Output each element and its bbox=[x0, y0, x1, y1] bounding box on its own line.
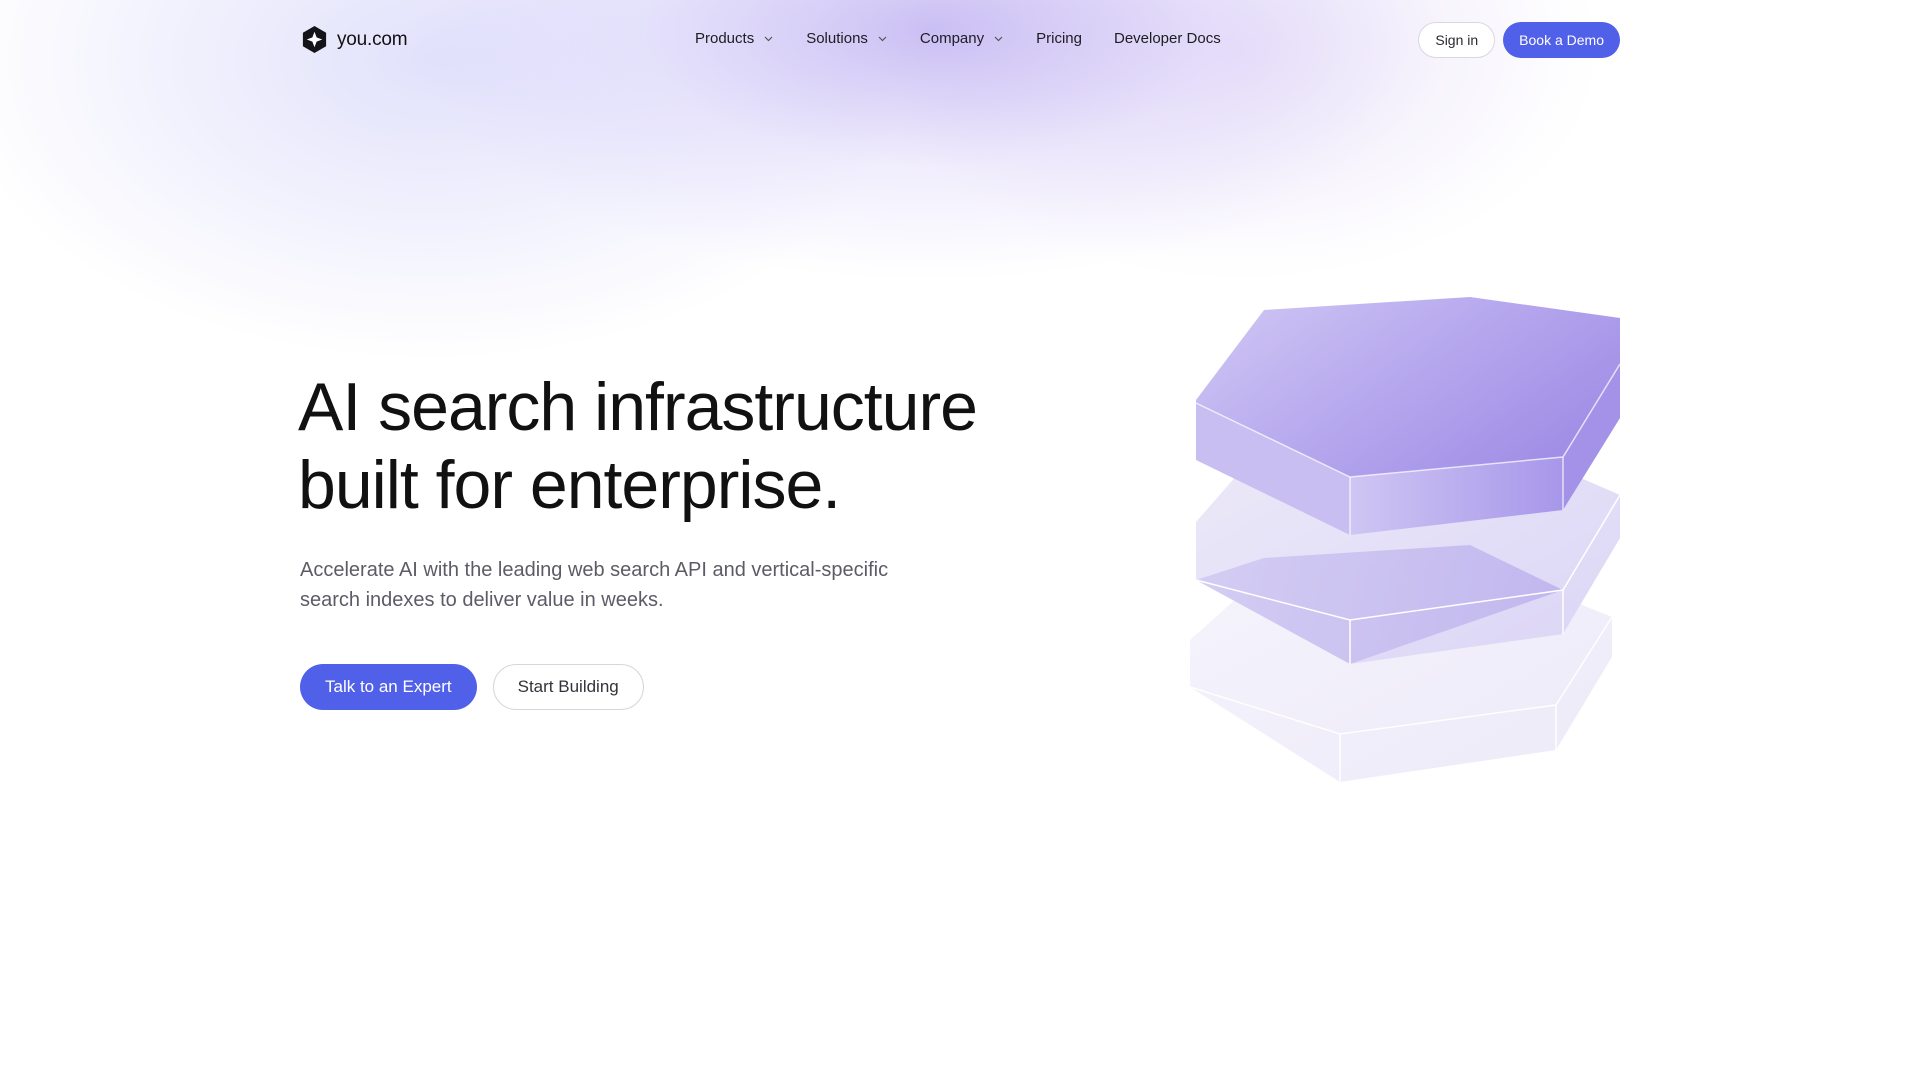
nav-products[interactable]: Products bbox=[695, 30, 774, 47]
nav-developer-docs[interactable]: Developer Docs bbox=[1114, 30, 1221, 47]
brand-logo-link[interactable]: you.com bbox=[300, 25, 408, 54]
hero-title-line-2: built for enterprise. bbox=[298, 447, 841, 523]
landing-page: you.com Products Solutions Company Prici… bbox=[0, 0, 1920, 1080]
nav-products-label: Products bbox=[695, 30, 755, 47]
nav-company[interactable]: Company bbox=[920, 30, 1004, 47]
nav-pricing-label: Pricing bbox=[1036, 30, 1082, 47]
hero-subtitle: Accelerate AI with the leading web searc… bbox=[300, 555, 940, 615]
hero-subtitle-line-1: Accelerate AI with the leading web searc… bbox=[300, 559, 889, 581]
sign-in-button[interactable]: Sign in bbox=[1418, 22, 1496, 58]
nav-company-label: Company bbox=[919, 30, 985, 47]
chevron-down-icon bbox=[993, 33, 1004, 44]
brand-name: you.com bbox=[337, 28, 408, 50]
nav-solutions-label: Solutions bbox=[806, 30, 868, 47]
start-building-button[interactable]: Start Building bbox=[492, 664, 644, 710]
hero-title: AI search infrastructure built for enter… bbox=[298, 368, 1058, 524]
stacked-hexagons-illustration bbox=[1180, 280, 1640, 800]
nav-solutions[interactable]: Solutions bbox=[806, 30, 888, 47]
top-navigation: you.com Products Solutions Company Prici… bbox=[300, 22, 1620, 58]
nav-pricing[interactable]: Pricing bbox=[1036, 30, 1082, 47]
talk-to-expert-button[interactable]: Talk to an Expert bbox=[300, 664, 477, 710]
hero-title-line-1: AI search infrastructure bbox=[298, 369, 978, 445]
nav-developer-docs-label: Developer Docs bbox=[1113, 30, 1221, 47]
hero-cta-group: Talk to an Expert Start Building bbox=[300, 664, 644, 710]
chevron-down-icon bbox=[877, 33, 888, 44]
you-com-logo-icon bbox=[300, 25, 329, 54]
chevron-down-icon bbox=[763, 33, 774, 44]
main-menu: Products Solutions Company Pricing Devel… bbox=[695, 30, 1253, 47]
hero-subtitle-line-2: search indexes to deliver value in weeks… bbox=[300, 589, 664, 611]
nav-actions: Sign in Book a Demo bbox=[1418, 22, 1620, 58]
book-demo-button[interactable]: Book a Demo bbox=[1503, 22, 1620, 58]
